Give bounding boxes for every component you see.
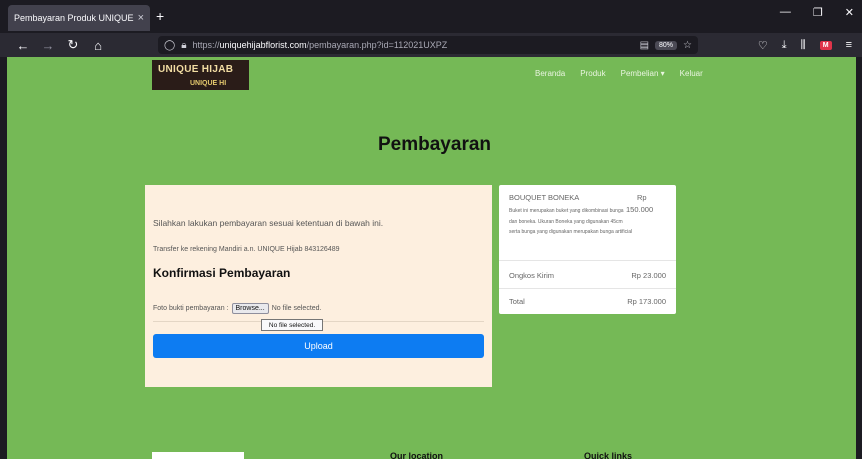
- restore-icon[interactable]: ❐: [813, 6, 823, 19]
- lock-icon[interactable]: 🔒︎: [181, 40, 186, 51]
- logo-subtext: UNIQUE HI: [190, 80, 227, 87]
- total-value: Rp 173.000: [627, 297, 666, 306]
- nav-purchase[interactable]: Pembelian ▾: [621, 69, 665, 78]
- footer-links-heading: Quick links: [584, 451, 633, 459]
- nav-products[interactable]: Produk: [580, 69, 605, 78]
- back-icon[interactable]: ←: [12, 38, 34, 53]
- chevron-down-icon: ▾: [660, 69, 665, 78]
- file-status: No file selected.: [271, 305, 322, 312]
- nav-buttons: ← → ↻ ⌂: [12, 37, 109, 53]
- logo-text: UNIQUE HIJAB: [158, 64, 234, 75]
- shipping-value: Rp 23.000: [631, 271, 666, 280]
- site-nav: Beranda Produk Pembelian ▾ Keluar: [535, 69, 703, 78]
- nav-logout[interactable]: Keluar: [680, 69, 703, 78]
- file-upload-row: Foto bukti pembayaran : Browse... No fil…: [153, 303, 322, 314]
- site-logo[interactable]: UNIQUE HIJAB UNIQUE HI: [152, 60, 249, 90]
- price-currency: Rp: [637, 193, 647, 202]
- close-tab-icon[interactable]: ×: [138, 12, 144, 24]
- payment-card: Silahkan lakukan pembayaran sesuai keten…: [145, 185, 492, 387]
- navigation-toolbar: ← → ↻ ⌂ ◯ 🔒︎ https://uniquehijabflorist.…: [0, 33, 862, 57]
- tab-title: Pembayaran Produk UNIQUE Hijab: [14, 13, 134, 23]
- payment-instructions: Silahkan lakukan pembayaran sesuai keten…: [153, 218, 384, 228]
- footer-location-heading: Our location: [390, 451, 444, 459]
- toolbar-right: ♡ ⤓ ⫼ M ≡: [758, 39, 852, 52]
- total-label: Total: [509, 297, 525, 306]
- product-description: Buket ini merupakan buket yang dikombina…: [509, 208, 633, 235]
- browser-tab[interactable]: Pembayaran Produk UNIQUE Hijab ×: [8, 5, 150, 31]
- url-path: /pembayaran.php?id=112021UXPZ: [306, 40, 448, 50]
- transfer-info: Transfer ke rekening Mandiri a.n. UNIQUE…: [153, 246, 340, 253]
- window-controls: — ❐ ✕: [780, 6, 854, 19]
- reader-view-icon[interactable]: ▤: [640, 40, 649, 51]
- reload-icon[interactable]: ↻: [62, 37, 84, 53]
- confirm-heading: Konfirmasi Pembayaran: [153, 266, 291, 280]
- minimize-icon[interactable]: —: [780, 6, 791, 19]
- home-icon[interactable]: ⌂: [87, 38, 109, 53]
- shipping-label: Ongkos Kirim: [509, 271, 555, 280]
- page-title: Pembayaran: [378, 134, 492, 155]
- menu-icon[interactable]: ≡: [846, 39, 852, 51]
- footer-logo-box: [152, 452, 244, 459]
- close-window-icon[interactable]: ✕: [845, 6, 854, 19]
- upload-button[interactable]: Upload: [153, 334, 484, 358]
- browse-button[interactable]: Browse...: [231, 303, 269, 314]
- pocket-icon[interactable]: ♡: [758, 39, 768, 52]
- bookmark-star-icon[interactable]: ☆: [683, 40, 692, 51]
- product-name: BOUQUET BONEKA: [509, 193, 580, 202]
- forward-icon[interactable]: →: [37, 38, 59, 53]
- nav-home[interactable]: Beranda: [535, 69, 565, 78]
- library-icon[interactable]: ⫼: [801, 39, 806, 52]
- file-tooltip: No file selected.: [261, 319, 323, 331]
- order-summary-card: BOUQUET BONEKA Rp 150.000 Buket ini meru…: [499, 185, 676, 314]
- new-tab-icon[interactable]: +: [156, 8, 164, 24]
- tab-strip: Pembayaran Produk UNIQUE Hijab × + — ❐ ✕: [0, 0, 862, 33]
- divider: [499, 288, 676, 289]
- url-text[interactable]: https://uniquehijabflorist.com/pembayara…: [193, 40, 634, 50]
- zoom-level[interactable]: 80%: [655, 40, 678, 50]
- extension-icon[interactable]: M: [819, 40, 832, 50]
- download-icon[interactable]: ⤓: [782, 39, 787, 52]
- file-label: Foto bukti pembayaran :: [153, 305, 229, 312]
- divider: [499, 260, 676, 261]
- url-scheme: https://: [192, 40, 220, 50]
- url-bar[interactable]: ◯ 🔒︎ https://uniquehijabflorist.com/pemb…: [158, 36, 698, 54]
- shield-icon[interactable]: ◯: [164, 40, 175, 51]
- url-host: uniquehijabflorist.com: [219, 40, 307, 50]
- nav-purchase-label: Pembelian: [620, 69, 659, 78]
- page-content: UNIQUE HIJAB UNIQUE HI Beranda Produk Pe…: [7, 57, 856, 459]
